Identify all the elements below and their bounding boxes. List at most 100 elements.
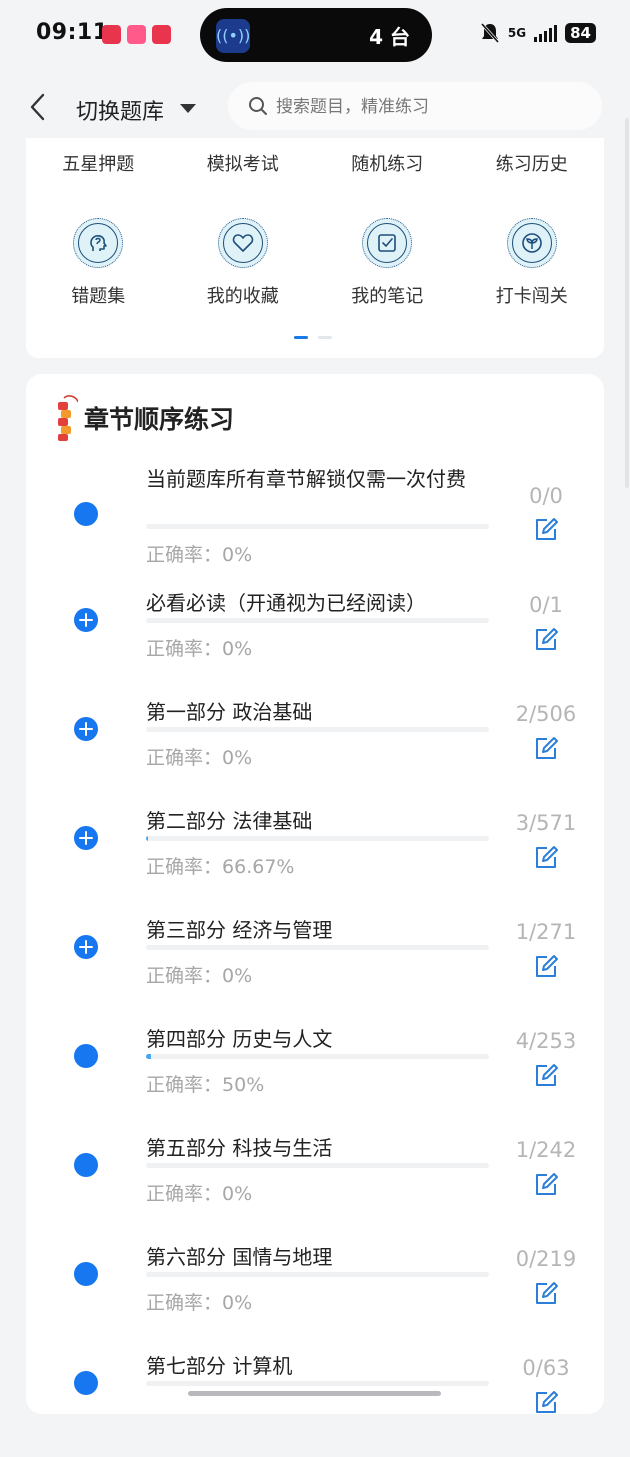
mute-icon [480, 23, 500, 43]
menu-item-history[interactable]: 练习历史 [460, 150, 605, 176]
edit-icon[interactable] [533, 1171, 559, 1197]
accuracy-label: 正确率： [146, 747, 223, 769]
search-bar[interactable] [228, 82, 602, 130]
menu-item-notes[interactable]: 我的笔记 [315, 218, 460, 308]
firecracker-icon [58, 395, 78, 441]
menu-item-random-practice[interactable]: 随机练习 [315, 150, 460, 176]
menu-text-row: 五星押题 模拟考试 随机练习 练习历史 [26, 150, 604, 176]
progress-bar [146, 1163, 489, 1168]
accuracy-text: 正确率：0% [146, 743, 252, 770]
edit-icon[interactable] [533, 844, 559, 870]
clock: 09:11 [36, 20, 109, 45]
progress-bar [146, 727, 489, 732]
accuracy-value: 0% [222, 965, 253, 987]
progress-bar [146, 524, 489, 529]
progress-bar [146, 1381, 489, 1386]
menu-item-label: 错题集 [71, 286, 126, 307]
chapter-name: 当前题库所有章节解锁仅需一次付费 [146, 467, 466, 491]
question-count: 0/0 [529, 484, 563, 508]
accuracy-label: 正确率： [146, 1183, 223, 1205]
chapter-name: 第四部分 历史与人文 [146, 1027, 333, 1051]
chapter-row[interactable]: 第二部分 法律基础 正确率：66.67% 3/571 [26, 806, 604, 912]
accuracy-value: 0% [222, 1292, 253, 1314]
accuracy-label: 正确率： [146, 965, 223, 987]
question-count: 3/571 [515, 811, 577, 835]
expand-plus-icon[interactable] [74, 608, 98, 632]
expand-plus-icon[interactable] [74, 826, 98, 850]
home-indicator[interactable] [188, 1391, 441, 1396]
edit-icon[interactable] [533, 735, 559, 761]
menu-item-wrong-questions[interactable]: 错题集 [26, 218, 171, 308]
chapter-dot-icon[interactable] [74, 1371, 98, 1395]
notification-icons [102, 25, 171, 44]
accuracy-value: 0% [222, 638, 253, 660]
chapter-row[interactable]: 第四部分 历史与人文 正确率：50% 4/253 [26, 1024, 604, 1130]
question-count: 2/506 [515, 702, 577, 726]
edit-icon[interactable] [533, 1389, 559, 1415]
section-title: 章节顺序练习 [84, 405, 235, 434]
edit-icon[interactable] [533, 1062, 559, 1088]
chapter-row[interactable]: 必看必读（开通视为已经阅读） 正确率：0% 0/1 [26, 588, 604, 694]
edit-icon[interactable] [533, 626, 559, 652]
note-icon [362, 218, 413, 268]
question-count: 1/242 [515, 1138, 577, 1162]
search-input[interactable] [274, 92, 578, 122]
chapter-row[interactable]: 第一部分 政治基础 正确率：0% 2/506 [26, 697, 604, 803]
accuracy-label: 正确率： [146, 1292, 223, 1314]
app-notification-icon [102, 25, 121, 44]
chapter-row[interactable]: 第七部分 计算机 0/63 [26, 1351, 604, 1457]
accuracy-text: 正确率：0% [146, 540, 252, 567]
chapter-name: 第六部分 国情与地理 [146, 1245, 333, 1269]
accuracy-text: 正确率：0% [146, 1288, 252, 1315]
chapter-row[interactable]: 当前题库所有章节解锁仅需一次付费 正确率：0% 0/0 [26, 464, 604, 570]
head-icon [73, 218, 124, 268]
accuracy-text: 正确率：0% [146, 1179, 252, 1206]
chapter-dot-icon[interactable] [74, 502, 98, 526]
system-indicators: 5G 84 [480, 22, 596, 44]
edit-icon[interactable] [533, 953, 559, 979]
chapter-practice-section: 章节顺序练习 当前题库所有章节解锁仅需一次付费 正确率：0% 0/0 必看必读（开通视… [26, 374, 604, 1414]
battery-indicator: 84 [565, 23, 596, 43]
accuracy-value: 66.67% [222, 856, 295, 878]
question-count: 0/63 [522, 1356, 570, 1380]
accuracy-label: 正确率： [146, 856, 223, 878]
sprout-icon [506, 218, 557, 268]
chapter-dot-icon[interactable] [74, 1262, 98, 1286]
network-type: 5G [507, 26, 527, 40]
chapter-dot-icon[interactable] [74, 1044, 98, 1068]
menu-item-star-exam[interactable]: 五星押题 [26, 150, 171, 176]
chapter-name: 第七部分 计算机 [146, 1354, 293, 1378]
chapter-name: 第一部分 政治基础 [146, 700, 313, 724]
accuracy-text: 正确率：50% [146, 1070, 264, 1097]
chapter-row[interactable]: 第五部分 科技与生活 正确率：0% 1/242 [26, 1133, 604, 1239]
progress-bar [146, 836, 489, 841]
caret-down-icon[interactable] [180, 104, 196, 113]
back-arrow-icon[interactable] [28, 92, 48, 122]
accuracy-value: 0% [222, 747, 253, 769]
progress-bar [146, 618, 489, 623]
section-header: 章节顺序练习 [54, 394, 234, 442]
chapter-row[interactable]: 第三部分 经济与管理 正确率：0% 1/271 [26, 915, 604, 1021]
chapter-name: 第二部分 法律基础 [146, 809, 313, 833]
progress-bar [146, 1272, 489, 1277]
edit-icon[interactable] [533, 516, 559, 542]
menu-item-favorites[interactable]: 我的收藏 [171, 218, 316, 308]
switch-bank-dropdown[interactable]: 切换题库 [76, 94, 164, 126]
search-icon [249, 97, 267, 115]
menu-item-checkin[interactable]: 打卡闯关 [460, 218, 605, 308]
feature-menu: 五星押题 模拟考试 随机练习 练习历史 错题集 我的收藏 我的笔记 打卡闯关 [26, 138, 604, 358]
accuracy-label: 正确率： [146, 544, 223, 566]
accuracy-value: 0% [222, 1183, 253, 1205]
expand-plus-icon[interactable] [74, 935, 98, 959]
progress-bar [146, 945, 489, 950]
menu-item-label: 我的笔记 [351, 286, 424, 307]
edit-icon[interactable] [533, 1280, 559, 1306]
menu-item-mock-exam[interactable]: 模拟考试 [171, 150, 316, 176]
dynamic-island[interactable]: ((•)) 4 台 [200, 8, 432, 62]
chapter-row[interactable]: 第六部分 国情与地理 正确率：0% 0/219 [26, 1242, 604, 1348]
page-dot-active [294, 336, 308, 339]
scrollbar[interactable] [625, 118, 629, 488]
accuracy-text: 正确率：66.67% [146, 852, 294, 879]
expand-plus-icon[interactable] [74, 717, 98, 741]
chapter-dot-icon[interactable] [74, 1153, 98, 1177]
